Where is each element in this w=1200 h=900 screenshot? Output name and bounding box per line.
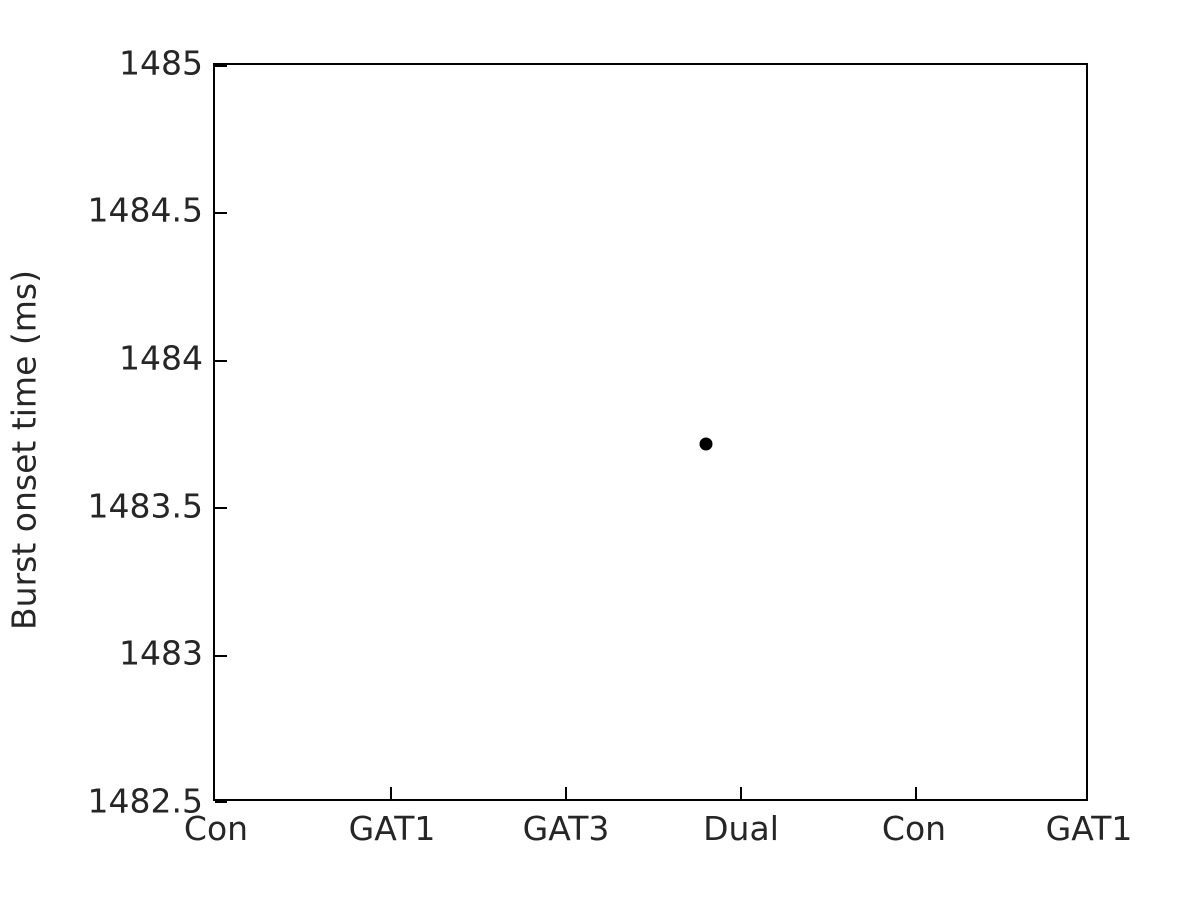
x-tick-label: Con (881, 809, 947, 848)
y-tick-label: 1483 (119, 633, 203, 673)
x-tick-label: GAT1 (1045, 809, 1133, 848)
x-axis-tick-label-group: Con GAT1 GAT3 Dual Con GAT1 (0, 812, 1200, 872)
x-tick-mark (915, 787, 917, 799)
plot-area (213, 63, 1088, 803)
figure-canvas: Burst onset time (ms) 1485 1484.5 1484 1… (0, 0, 1200, 900)
y-axis-tick-label-group: 1485 1484.5 1484 1483.5 1483 1482.5 (0, 0, 203, 900)
data-point[interactable] (699, 437, 713, 451)
x-tick-label: GAT1 (348, 809, 436, 848)
x-tick-label: GAT3 (522, 809, 610, 848)
y-tick-mark (215, 507, 227, 509)
y-tick-mark (215, 655, 227, 657)
x-tick-mark (565, 787, 567, 799)
y-tick-mark (215, 360, 227, 362)
x-tick-mark (740, 787, 742, 799)
y-tick-label: 1484.5 (87, 190, 203, 230)
y-tick-label: 1483.5 (87, 486, 203, 526)
x-tick-mark (390, 787, 392, 799)
y-tick-label: 1484 (119, 338, 203, 378)
y-tick-label: 1485 (119, 43, 203, 83)
y-tick-mark (215, 801, 227, 803)
y-tick-mark (215, 212, 227, 214)
x-tick-label: Dual (703, 809, 779, 848)
x-tick-label: Con (183, 809, 249, 848)
y-tick-mark (215, 65, 227, 67)
